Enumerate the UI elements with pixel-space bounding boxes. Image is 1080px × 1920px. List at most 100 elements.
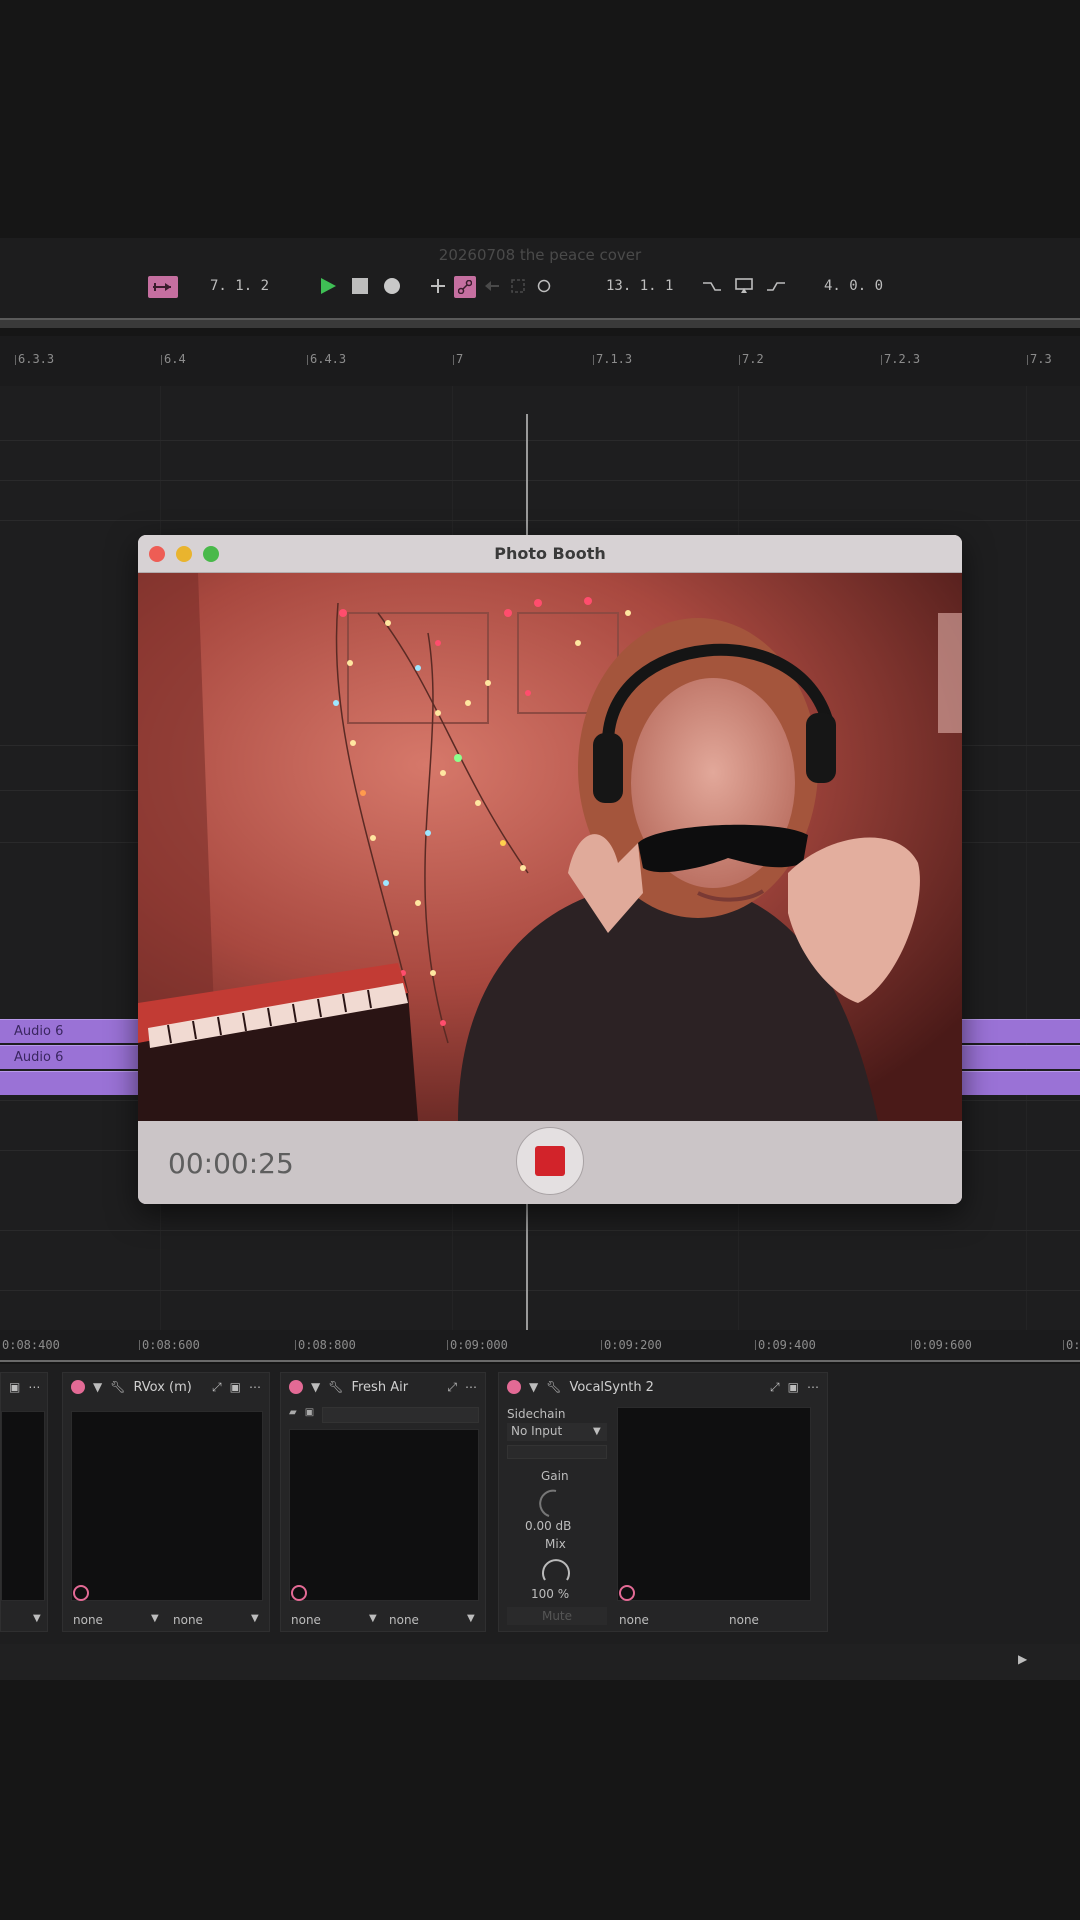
gain-value: 0.00 dB: [525, 1519, 572, 1533]
chevron-down-icon[interactable]: ▼: [369, 1613, 377, 1624]
sidechain-ring-icon[interactable]: [619, 1585, 635, 1601]
ruler-tick: 7: [452, 352, 464, 366]
loop-icon: [735, 278, 753, 293]
output-select[interactable]: none: [729, 1613, 759, 1627]
save-icon[interactable]: ▣: [305, 1407, 314, 1423]
window-title: Photo Booth: [494, 544, 606, 563]
input-select[interactable]: none: [291, 1613, 321, 1627]
time-tick: 0:08:800: [295, 1338, 356, 1352]
loop-switch-button[interactable]: [734, 276, 754, 296]
ruler-tick: 6.3.3: [14, 352, 55, 366]
save-icon[interactable]: ▣: [230, 1380, 241, 1394]
automation-icon: [458, 280, 472, 294]
folder-icon[interactable]: ▰: [289, 1407, 297, 1423]
play-button[interactable]: [318, 276, 338, 296]
expand-icon[interactable]: ⤢: [770, 1380, 780, 1395]
chevron-down-icon[interactable]: ▼: [467, 1613, 475, 1624]
mix-knob[interactable]: [539, 1553, 573, 1587]
wrench-icon[interactable]: 🔧︎: [328, 1380, 343, 1394]
device-partial[interactable]: ▣ ⋯ ▼: [0, 1372, 48, 1632]
output-select[interactable]: none: [173, 1613, 203, 1627]
expand-icon[interactable]: ⤢: [447, 1380, 457, 1395]
preset-bar: ▰ ▣: [289, 1407, 479, 1423]
punch-out-button[interactable]: [766, 276, 786, 296]
record-button[interactable]: [382, 276, 402, 296]
more-icon[interactable]: ⋯: [465, 1380, 477, 1394]
time-tick: 0:08:400: [0, 1338, 60, 1352]
expand-icon[interactable]: ⤢: [212, 1380, 222, 1395]
song-position-display[interactable]: 7. 1. 2: [210, 274, 269, 298]
photo-booth-controls: 00:00:25: [138, 1121, 962, 1204]
follow-toggle-button[interactable]: [148, 276, 178, 298]
input-select[interactable]: none: [73, 1613, 103, 1627]
audio-clip[interactable]: [962, 1045, 1080, 1069]
audio-clip[interactable]: Audio 6: [0, 1019, 140, 1043]
time-tick: 0:09:000: [447, 1338, 508, 1352]
audio-clip[interactable]: Audio 6: [0, 1045, 140, 1069]
input-select[interactable]: none: [619, 1613, 649, 1627]
song-title: 20260708 the peace cover: [438, 246, 642, 264]
device-header: ▣ ⋯: [1, 1373, 47, 1401]
back-to-arrangement-button[interactable]: [482, 276, 502, 296]
photo-booth-window[interactable]: Photo Booth 00:00:25: [138, 535, 962, 1204]
more-icon[interactable]: ⋯: [249, 1380, 261, 1394]
mute-button[interactable]: Mute: [507, 1607, 607, 1625]
audio-clip-body[interactable]: [962, 1071, 1080, 1095]
window-titlebar[interactable]: Photo Booth: [138, 535, 962, 573]
audio-clip-body[interactable]: [0, 1071, 140, 1095]
ruler-tick: 7.3: [1027, 352, 1052, 366]
device-power-button[interactable]: [507, 1380, 521, 1394]
wrench-icon[interactable]: 🔧︎: [110, 1380, 125, 1394]
grid-line: [1026, 386, 1027, 1331]
device-fresh-air[interactable]: ▼ 🔧︎ Fresh Air ⤢ ⋯ ▰ ▣ none ▼ none ▼: [280, 1372, 486, 1632]
capture-midi-button[interactable]: [508, 276, 528, 296]
stop-button[interactable]: [350, 276, 370, 296]
gain-knob[interactable]: [539, 1487, 573, 1521]
chevron-down-icon[interactable]: ▼: [33, 1613, 41, 1624]
sidechain-label: Sidechain: [507, 1407, 566, 1421]
sidechain-ring-icon[interactable]: [73, 1585, 89, 1601]
loop-start-display[interactable]: 13. 1. 1: [606, 274, 673, 298]
chevron-down-icon[interactable]: ▼: [151, 1613, 159, 1624]
fold-triangle-icon[interactable]: ▼: [529, 1380, 538, 1394]
device-title: Fresh Air: [351, 1379, 409, 1395]
device-power-button[interactable]: [71, 1380, 85, 1394]
audio-clip[interactable]: [962, 1019, 1080, 1043]
device-rvox[interactable]: ▼ 🔧︎ RVox (m) ⤢ ▣ ⋯ none ▼ none ▼: [62, 1372, 270, 1632]
ruler-tick: 6.4.3: [306, 352, 347, 366]
save-icon[interactable]: ▣: [788, 1380, 799, 1394]
sidechain-source-field[interactable]: [507, 1445, 607, 1459]
fold-triangle-icon[interactable]: ▼: [311, 1380, 320, 1394]
loop-length-display[interactable]: 4. 0. 0: [824, 274, 883, 298]
track-divider: [0, 1290, 1080, 1291]
more-icon[interactable]: ⋯: [28, 1380, 40, 1394]
preset-field[interactable]: [322, 1407, 479, 1423]
overdub-button[interactable]: [428, 276, 448, 296]
sidechain-input-select[interactable]: No Input ▼: [507, 1423, 607, 1441]
device-header: ▼ 🔧︎ RVox (m) ⤢ ▣ ⋯: [63, 1373, 269, 1401]
device-vocalsynth[interactable]: ▼ 🔧︎ VocalSynth 2 ⤢ ▣ ⋯ Sidechain No Inp…: [498, 1372, 828, 1632]
arrangement-overview[interactable]: [0, 318, 1080, 328]
punch-in-button[interactable]: [702, 276, 722, 296]
sidechain-ring-icon[interactable]: [291, 1585, 307, 1601]
time-tick: 0:09:200: [601, 1338, 662, 1352]
time-tick: 0:09:400: [755, 1338, 816, 1352]
automation-arm-button[interactable]: [454, 276, 476, 298]
ruler-tick: 7.2: [739, 352, 764, 366]
session-record-button[interactable]: [534, 276, 554, 296]
time-tick: 0:08:600: [139, 1338, 200, 1352]
plugin-display[interactable]: [617, 1407, 811, 1601]
chevron-down-icon[interactable]: ▼: [251, 1613, 259, 1624]
play-small-icon[interactable]: ▶: [1018, 1652, 1027, 1666]
plugin-display[interactable]: [289, 1429, 479, 1601]
wrench-icon[interactable]: 🔧︎: [546, 1380, 561, 1394]
device-title: VocalSynth 2: [569, 1379, 654, 1395]
fold-triangle-icon[interactable]: ▼: [93, 1380, 102, 1394]
more-icon[interactable]: ⋯: [807, 1380, 819, 1394]
plugin-display[interactable]: [71, 1411, 263, 1601]
stop-recording-button[interactable]: [516, 1127, 584, 1195]
stop-square-icon: [535, 1146, 565, 1176]
output-select[interactable]: none: [389, 1613, 419, 1627]
save-icon[interactable]: ▣: [9, 1380, 20, 1394]
device-power-button[interactable]: [289, 1380, 303, 1394]
